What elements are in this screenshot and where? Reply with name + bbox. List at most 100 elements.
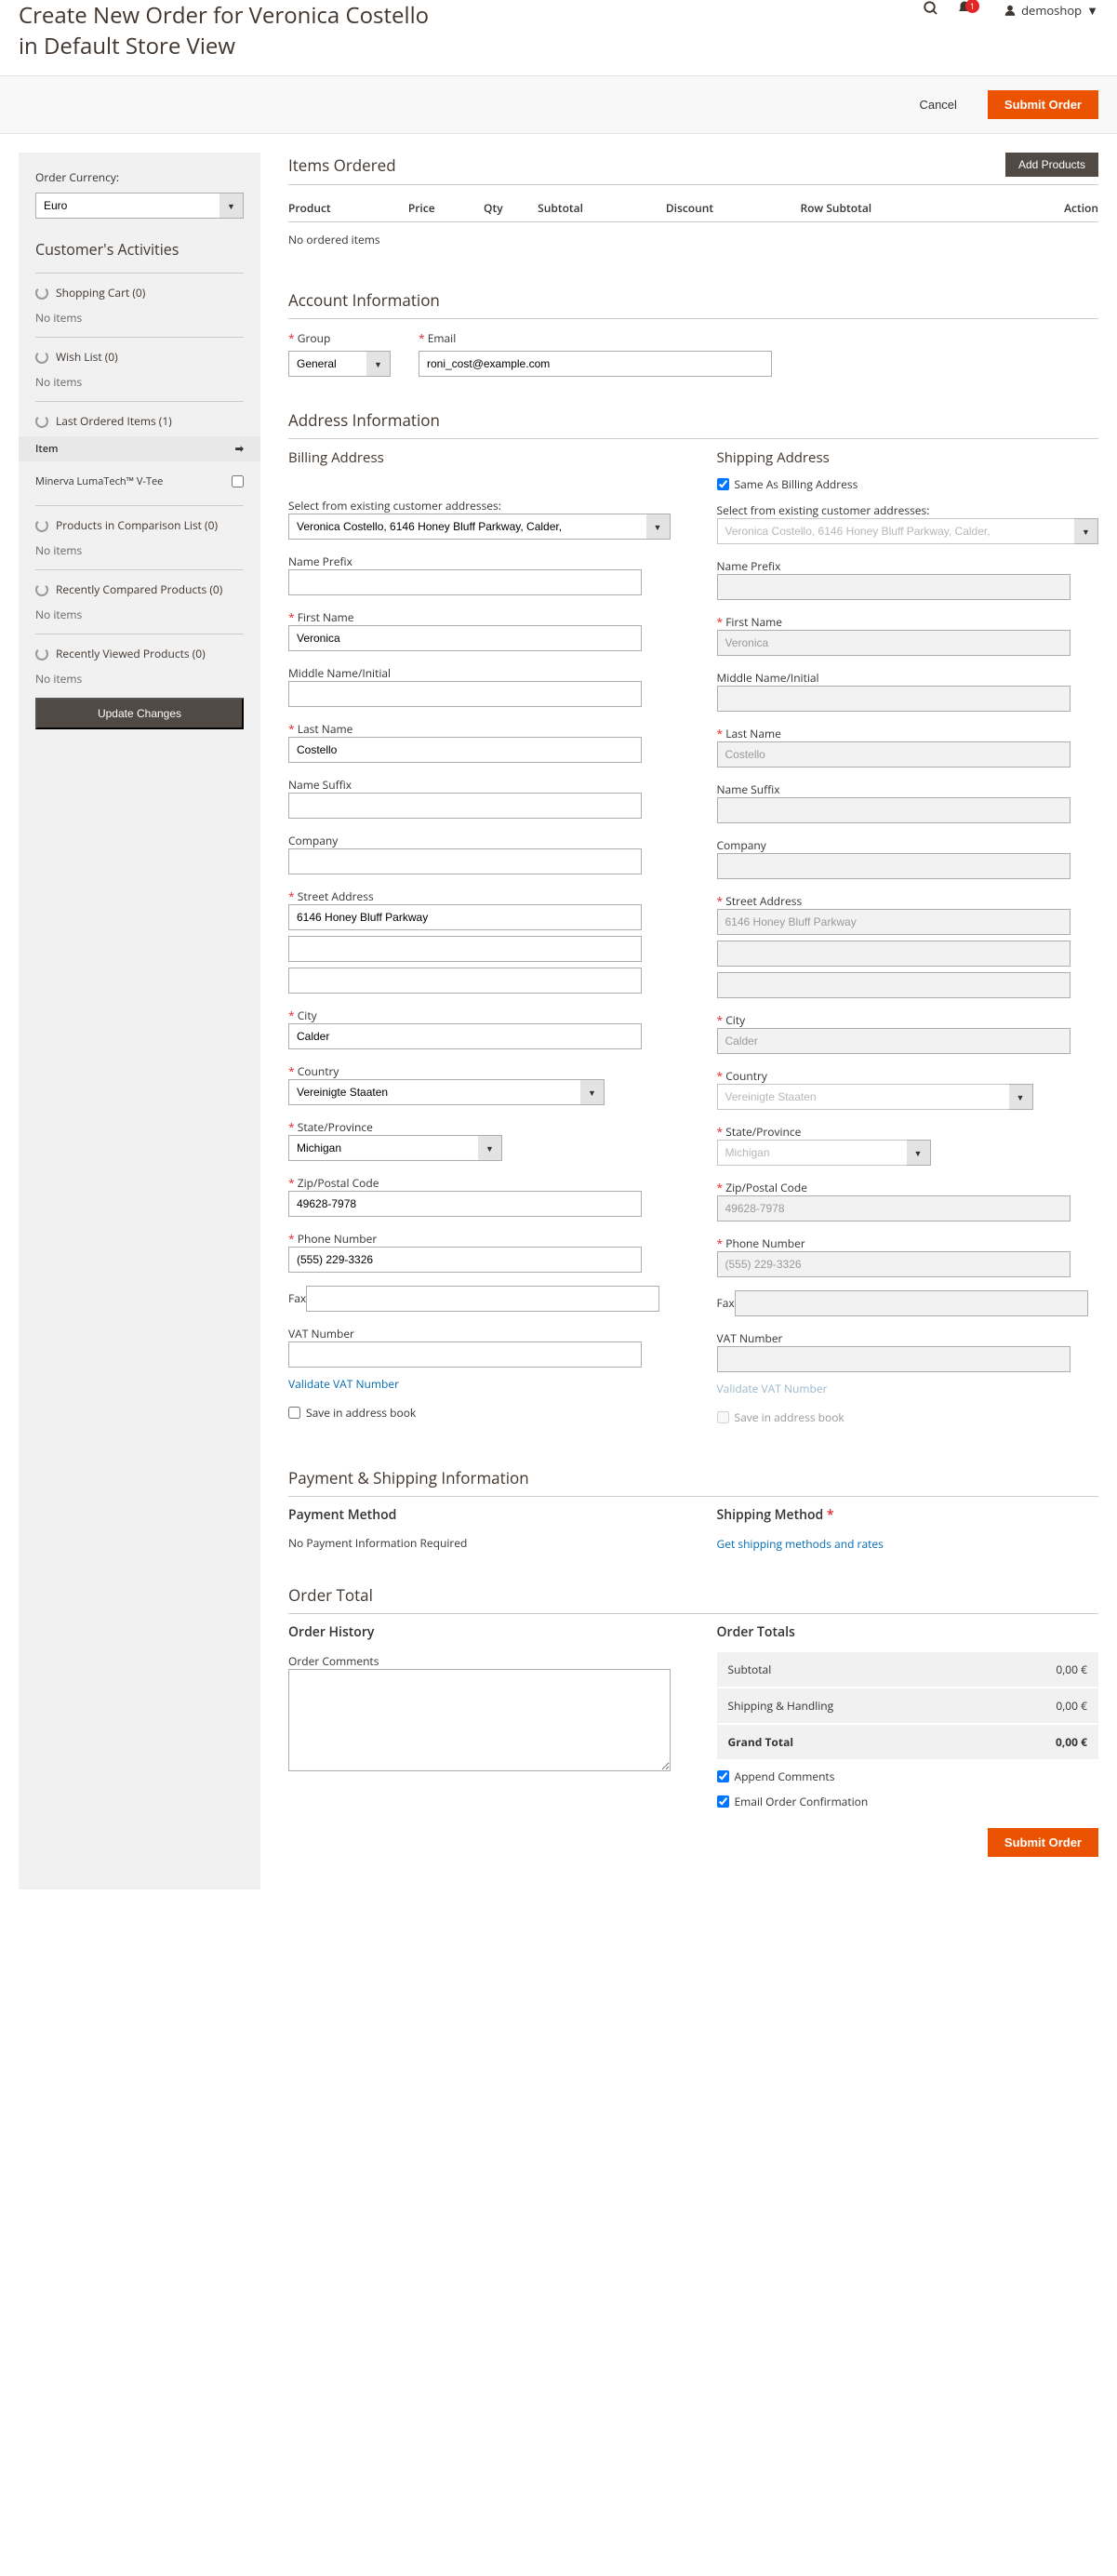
no-items-text: No items (35, 310, 244, 326)
suffix-label: Name Suffix (717, 781, 780, 797)
billing-vat-input[interactable] (288, 1341, 642, 1368)
shipping-vat-input (717, 1346, 1070, 1372)
select-existing-label: Select from existing customer addresses: (717, 502, 930, 518)
email-label: Email (419, 330, 772, 346)
shopping-cart-section: Shopping Cart (0) (56, 285, 145, 300)
add-products-button[interactable]: Add Products (1005, 153, 1098, 177)
comparison-section: Products in Comparison List (0) (56, 517, 218, 533)
shipping-existing-select: Veronica Costello, 6146 Honey Bluff Park… (717, 518, 1099, 544)
company-label: Company (717, 837, 766, 853)
shipping-zip-input (717, 1195, 1070, 1221)
billing-street2-input[interactable] (288, 936, 642, 962)
billing-zip-input[interactable] (288, 1191, 642, 1217)
notifications-icon[interactable]: 1 (956, 0, 987, 20)
validate-vat-link[interactable]: Validate VAT Number (288, 1376, 399, 1392)
chevron-down-icon: ▼ (1086, 2, 1098, 19)
middle-label: Middle Name/Initial (717, 670, 819, 686)
billing-city-input[interactable] (288, 1023, 642, 1049)
save-label: Save in address book (735, 1409, 844, 1425)
email-input[interactable] (419, 351, 772, 377)
col-discount: Discount (666, 194, 801, 222)
notification-badge: 1 (965, 0, 979, 13)
shipping-middle-input (717, 686, 1070, 712)
shipping-phone-input (717, 1251, 1070, 1277)
shipping-first-input (717, 630, 1070, 656)
billing-state-select[interactable]: Michigan (288, 1135, 502, 1161)
billing-existing-select[interactable]: Veronica Costello, 6146 Honey Bluff Park… (288, 514, 671, 540)
state-label: State/Province (717, 1124, 802, 1140)
billing-street3-input[interactable] (288, 968, 642, 994)
activities-title: Customer's Activities (35, 239, 244, 260)
billing-first-input[interactable] (288, 625, 642, 651)
shipping-fax-input (735, 1290, 1088, 1316)
user-menu[interactable]: demoshop ▼ (1004, 2, 1098, 19)
billing-prefix-input[interactable] (288, 569, 642, 595)
cancel-button[interactable]: Cancel (902, 90, 973, 119)
refresh-icon[interactable] (35, 287, 48, 300)
user-name: demoshop (1021, 2, 1082, 19)
billing-street1-input[interactable] (288, 904, 642, 930)
billing-fax-input[interactable] (306, 1286, 659, 1312)
currency-label: Order Currency: (35, 169, 244, 185)
shipping-save-checkbox (717, 1411, 729, 1423)
first-label: First Name (288, 609, 354, 625)
email-confirm-checkbox[interactable] (717, 1795, 729, 1808)
billing-middle-input[interactable] (288, 681, 642, 707)
append-label: Append Comments (735, 1768, 835, 1784)
company-label: Company (288, 833, 338, 848)
col-product: Product (288, 194, 408, 222)
refresh-icon[interactable] (35, 519, 48, 532)
grand-value: 0,00 € (1056, 1734, 1087, 1750)
zip-label: Zip/Postal Code (288, 1175, 379, 1191)
arrow-icon: ➡ (235, 442, 244, 456)
subtotal-label: Subtotal (728, 1662, 772, 1677)
shipping-street1-input (717, 909, 1070, 935)
item-checkbox[interactable] (232, 475, 244, 487)
last-label: Last Name (717, 726, 781, 741)
submit-order-button-bottom[interactable]: Submit Order (988, 1828, 1098, 1857)
get-shipping-link[interactable]: Get shipping methods and rates (717, 1536, 884, 1552)
recently-viewed-section: Recently Viewed Products (0) (56, 646, 206, 661)
shipping-street2-input (717, 941, 1070, 967)
vat-label: VAT Number (288, 1326, 354, 1341)
comments-textarea[interactable] (288, 1669, 671, 1771)
billing-country-select[interactable]: Vereinigte Staaten (288, 1079, 605, 1105)
refresh-icon[interactable] (35, 351, 48, 364)
country-label: Country (717, 1068, 767, 1084)
refresh-icon[interactable] (35, 415, 48, 428)
same-as-label: Same As Billing Address (735, 476, 858, 492)
update-changes-button[interactable]: Update Changes (35, 698, 244, 729)
shipping-city-input (717, 1028, 1070, 1054)
append-comments-checkbox[interactable] (717, 1770, 729, 1782)
group-label: Group (288, 330, 391, 346)
shipping-value: 0,00 € (1056, 1698, 1087, 1714)
search-icon[interactable] (923, 0, 939, 20)
order-history-title: Order History (288, 1623, 671, 1641)
billing-last-input[interactable] (288, 737, 642, 763)
suffix-label: Name Suffix (288, 777, 352, 793)
billing-suffix-input[interactable] (288, 793, 642, 819)
shipping-company-input (717, 853, 1070, 879)
currency-select[interactable]: Euro (35, 193, 244, 219)
address-info-title: Address Information (288, 409, 1098, 439)
refresh-icon[interactable] (35, 647, 48, 661)
payship-title: Payment & Shipping Information (288, 1467, 1098, 1497)
billing-save-checkbox[interactable] (288, 1407, 300, 1419)
city-label: City (288, 1008, 317, 1023)
last-ordered-section: Last Ordered Items (1) (56, 413, 172, 429)
shipping-country-select: Vereinigte Staaten (717, 1084, 1033, 1110)
same-as-billing-checkbox[interactable] (717, 478, 729, 490)
save-label: Save in address book (306, 1405, 416, 1421)
group-select[interactable]: General (288, 351, 391, 377)
billing-company-input[interactable] (288, 848, 642, 874)
account-info-title: Account Information (288, 289, 1098, 319)
zip-label: Zip/Postal Code (717, 1180, 807, 1195)
billing-phone-input[interactable] (288, 1247, 642, 1273)
last-label: Last Name (288, 721, 352, 737)
submit-order-button[interactable]: Submit Order (988, 90, 1098, 119)
refresh-icon[interactable] (35, 583, 48, 596)
payment-method-title: Payment Method (288, 1506, 671, 1524)
select-existing-label: Select from existing customer addresses: (288, 498, 501, 514)
subtotal-value: 0,00 € (1056, 1662, 1087, 1677)
col-subtotal: Subtotal (538, 194, 666, 222)
